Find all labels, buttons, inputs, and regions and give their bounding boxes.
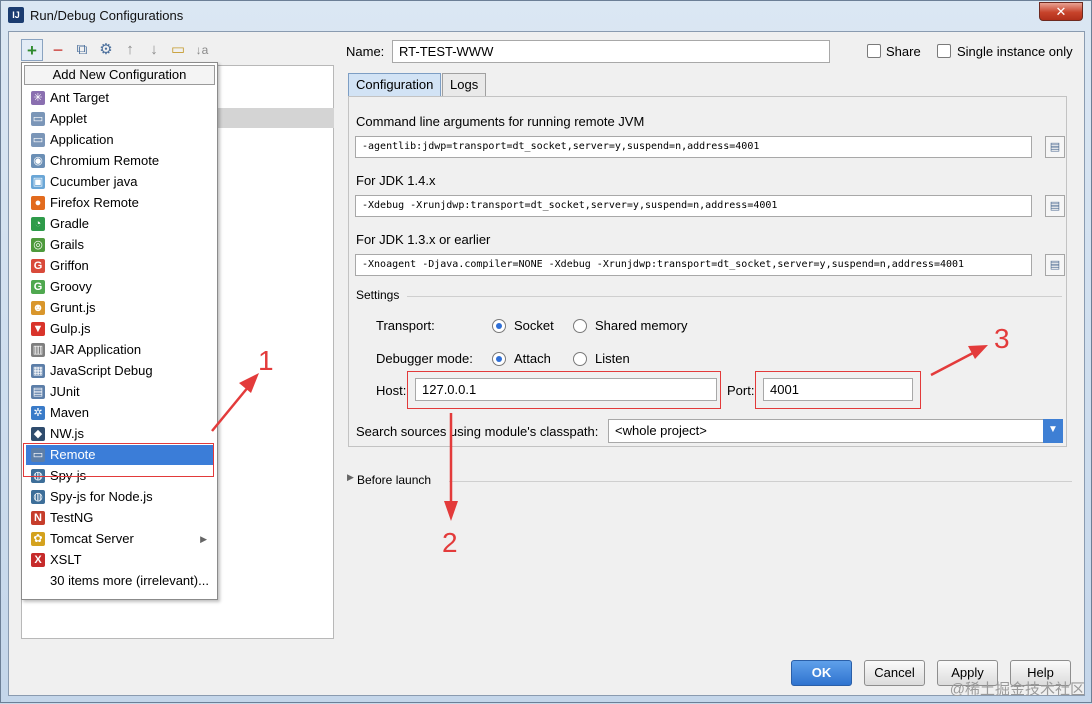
arrow-2-head: [444, 501, 458, 521]
dialog-window: IJ Run/Debug Configurations ✕ + − ⧉ ⚙ ↑ …: [0, 0, 1092, 703]
arrow-1-head: [239, 373, 259, 393]
annotation-number-1: 1: [258, 345, 274, 376]
arrow-3-line: [930, 351, 974, 377]
arrow-3-head: [968, 345, 988, 359]
annotation-number-2: 2: [442, 527, 458, 558]
annotation-arrows: [211, 345, 988, 521]
arrow-1-line: [211, 385, 250, 432]
annotation-number-3: 3: [994, 323, 1010, 354]
watermark: @稀土掘金技术社区: [949, 681, 1085, 698]
